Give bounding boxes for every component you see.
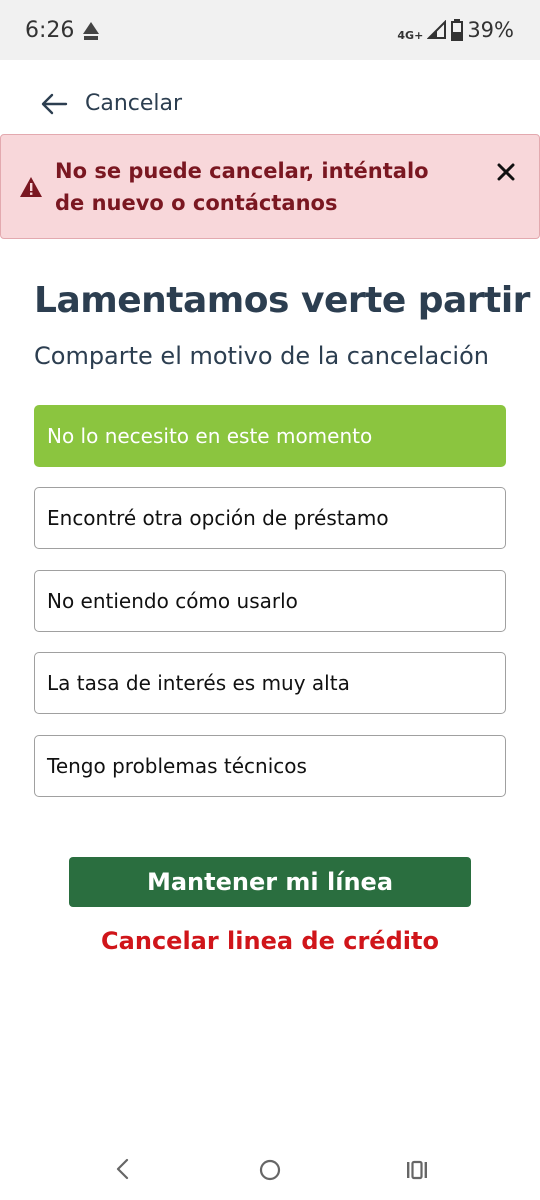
arrow-left-icon[interactable] (40, 92, 68, 116)
error-alert: No se puede cancelar, inténtalo de nuevo… (0, 134, 540, 239)
home-circle-icon[interactable] (258, 1158, 282, 1182)
reason-option-high-interest[interactable]: La tasa de interés es muy alta (34, 652, 506, 714)
status-indicators: 4G+ 39% (397, 18, 514, 42)
reason-option-no-need[interactable]: No lo necesito en este momento (34, 405, 506, 467)
recent-apps-icon[interactable] (405, 1159, 429, 1181)
status-bar: 6:26 4G+ 39% (0, 0, 540, 60)
battery-icon (451, 19, 464, 41)
status-time: 6:26 (25, 18, 75, 43)
cancel-credit-line-button[interactable]: Cancelar linea de crédito (0, 927, 540, 955)
chevron-left-icon[interactable] (112, 1157, 134, 1181)
reason-option-other-loan[interactable]: Encontré otra opción de préstamo (34, 487, 506, 549)
main-heading: Lamentamos verte partir (34, 280, 530, 321)
battery-percentage: 39% (467, 18, 514, 42)
option-label: La tasa de interés es muy alta (47, 671, 350, 695)
option-label: Encontré otra opción de préstamo (47, 506, 389, 530)
system-nav-bar (0, 1140, 540, 1200)
alert-message: No se puede cancelar, inténtalo de nuevo… (55, 159, 429, 215)
notification-icon (83, 22, 99, 40)
option-label: No entiendo cómo usarlo (47, 589, 298, 613)
keep-line-button[interactable]: Mantener mi línea (69, 857, 471, 907)
top-nav: Cancelar (0, 78, 540, 130)
option-label: No lo necesito en este momento (47, 424, 373, 448)
signal-icon (427, 20, 447, 39)
main-subheading: Comparte el motivo de la cancelación (34, 342, 489, 370)
option-label: Tengo problemas técnicos (47, 754, 307, 778)
reason-option-dont-understand[interactable]: No entiendo cómo usarlo (34, 570, 506, 632)
network-type: 4G+ (397, 28, 424, 42)
close-icon[interactable] (495, 161, 517, 183)
page-title: Cancelar (85, 91, 183, 116)
warning-triangle-icon (20, 177, 42, 197)
reason-option-technical-issues[interactable]: Tengo problemas técnicos (34, 735, 506, 797)
